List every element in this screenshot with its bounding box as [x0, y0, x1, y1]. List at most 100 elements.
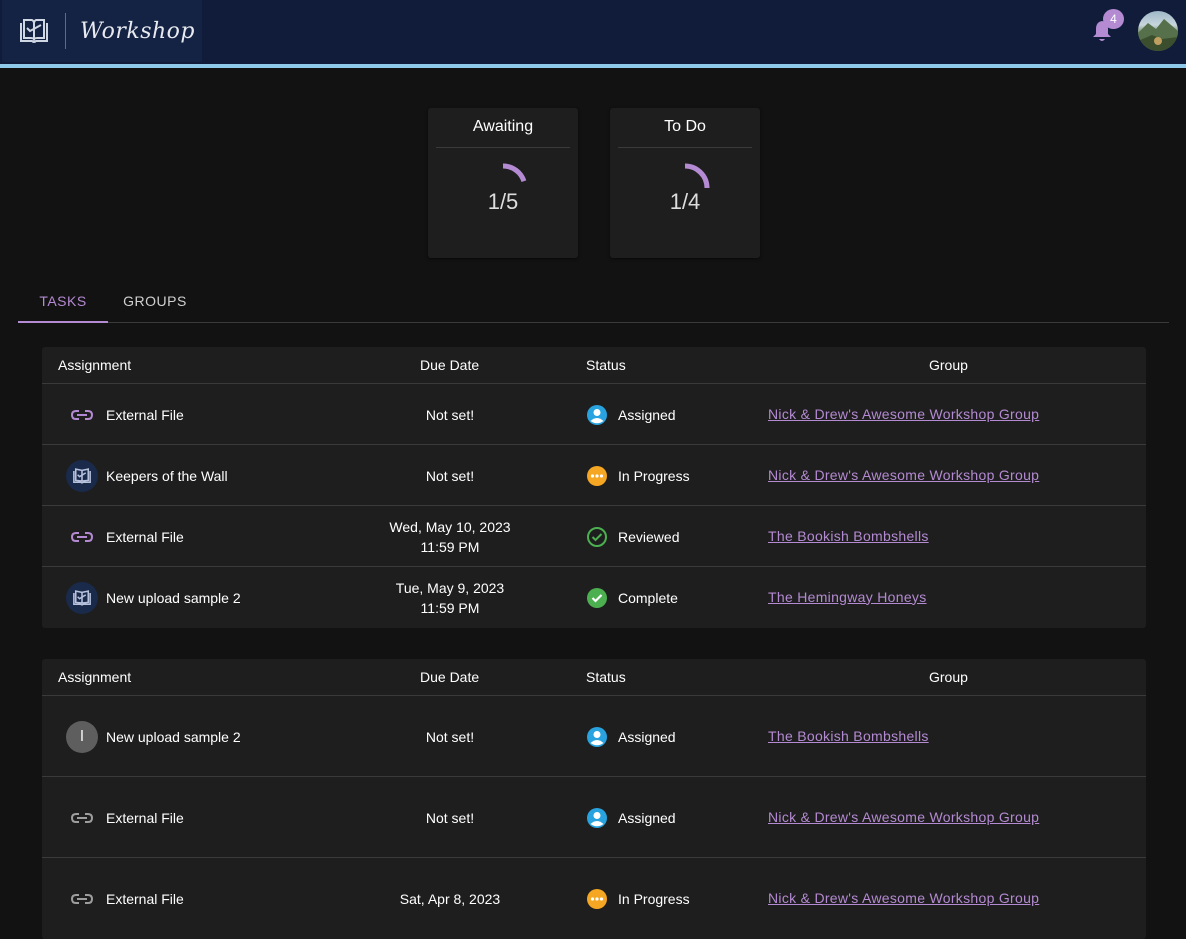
table-row[interactable]: External File Not set! Assigned Nick & Drew…	[42, 384, 1146, 445]
due-date-line: Not set!	[425, 467, 475, 484]
due-date-line: Not set!	[425, 728, 475, 745]
due-date: Wed, May 10, 2023 11:59 PM	[370, 517, 530, 557]
due-date-line: Not set!	[425, 406, 475, 423]
status-label: Assigned	[618, 728, 676, 745]
table-header: Assignment Due Date Status Group	[42, 347, 1146, 384]
table-row[interactable]: External File Not set! Assigned Nick & Drew…	[42, 777, 1146, 858]
group-link[interactable]: The Bookish Bombshells	[768, 528, 929, 544]
status-cell: Assigned	[586, 404, 676, 426]
due-date: Tue, May 9, 2023 11:59 PM	[370, 578, 530, 618]
link-icon	[66, 399, 98, 431]
due-date: Not set!	[370, 808, 530, 828]
stat-value: 1/4	[669, 189, 701, 214]
assignment-cell[interactable]: External File	[66, 399, 184, 431]
stat-label: To Do	[618, 118, 752, 148]
top-app-bar: Workshop 4	[0, 0, 1186, 64]
due-date-line: Not set!	[425, 809, 475, 826]
notification-badge: 4	[1103, 9, 1124, 29]
column-header-status[interactable]: Status	[586, 357, 626, 373]
due-date-line: Tue, May 9, 2023	[395, 579, 505, 596]
assignment-cell[interactable]: External File	[66, 521, 184, 553]
brand[interactable]: Workshop	[2, 0, 202, 62]
stat-label: Awaiting	[436, 118, 570, 148]
book-icon	[66, 581, 98, 614]
avatar-letter: I	[79, 727, 85, 745]
app-title: Workshop	[80, 18, 195, 44]
status-label: Complete	[618, 589, 678, 606]
link-icon	[66, 521, 98, 553]
tasks-table: Assignment Due Date Status Group I New up…	[42, 659, 1146, 939]
due-date-line: Sat, Apr 8, 2023	[399, 890, 501, 907]
tab-groups[interactable]: GROUPS	[114, 280, 196, 322]
stat-card-awaiting: Awaiting 1/5	[428, 108, 578, 258]
status-cell: Assigned	[586, 726, 676, 748]
tab-tasks[interactable]: TASKS	[18, 280, 108, 323]
assignment-name: External File	[106, 406, 184, 423]
tab-bar: TASKS GROUPS	[18, 280, 1169, 323]
assignment-cell[interactable]: External File	[66, 802, 184, 834]
stat-value: 1/5	[487, 189, 519, 214]
assignment-name: New upload sample 2	[106, 728, 241, 745]
assigned-icon	[586, 807, 608, 829]
due-date-line: Wed, May 10, 2023	[389, 518, 511, 535]
status-cell: Complete	[586, 587, 678, 609]
assignment-name: Keepers of the Wall	[106, 467, 228, 484]
due-date-line: 11:59 PM	[420, 538, 480, 555]
assignment-cell[interactable]: Keepers of the Wall	[66, 459, 228, 492]
assignment-name: External File	[106, 809, 184, 826]
status-label: Assigned	[618, 809, 676, 826]
assignment-name: External File	[106, 890, 184, 907]
assignment-cell[interactable]: New upload sample 2	[66, 581, 241, 614]
status-cell: Assigned	[586, 807, 676, 829]
group-link[interactable]: Nick & Drew's Awesome Workshop Group	[768, 890, 1039, 906]
column-header-status[interactable]: Status	[586, 669, 626, 685]
tasks-table: Assignment Due Date Status Group Externa…	[42, 347, 1146, 628]
column-header-due-date[interactable]: Due Date	[420, 669, 479, 685]
status-label: In Progress	[618, 890, 690, 907]
table-row[interactable]: New upload sample 2 Tue, May 9, 2023 11:59…	[42, 567, 1146, 628]
topbar-accent-line	[0, 64, 1186, 68]
status-label: Assigned	[618, 406, 676, 423]
group-link[interactable]: Nick & Drew's Awesome Workshop Group	[768, 406, 1039, 422]
assignment-cell[interactable]: External File	[66, 883, 184, 915]
status-cell: Reviewed	[586, 526, 679, 548]
table-row[interactable]: External File Sat, Apr 8, 2023 In Progress…	[42, 858, 1146, 939]
table-row[interactable]: External File Wed, May 10, 2023 11:59 PM Re…	[42, 506, 1146, 567]
column-header-due-date[interactable]: Due Date	[420, 357, 479, 373]
avatar[interactable]	[1138, 11, 1178, 51]
assignment-name: New upload sample 2	[106, 589, 241, 606]
group-link[interactable]: Nick & Drew's Awesome Workshop Group	[768, 467, 1039, 483]
in-progress-icon	[586, 465, 608, 487]
book-icon	[66, 459, 98, 492]
due-date: Not set!	[370, 466, 530, 486]
assigned-icon	[586, 726, 608, 748]
link-icon	[66, 883, 98, 915]
letter-avatar-icon: I	[66, 720, 98, 753]
stat-card-todo: To Do 1/4	[610, 108, 760, 258]
table-row[interactable]: I New upload sample 2 Not set! Assigned The …	[42, 696, 1146, 777]
reviewed-icon	[586, 526, 608, 548]
due-date-line: 11:59 PM	[420, 599, 480, 616]
book-check-icon	[2, 13, 66, 49]
status-label: In Progress	[618, 467, 690, 484]
column-header-assignment[interactable]: Assignment	[58, 669, 131, 685]
column-header-group[interactable]: Group	[929, 357, 968, 373]
due-date: Sat, Apr 8, 2023	[370, 889, 530, 909]
group-link[interactable]: The Hemingway Honeys	[768, 589, 927, 605]
status-cell: In Progress	[586, 465, 690, 487]
group-link[interactable]: The Bookish Bombshells	[768, 728, 929, 744]
in-progress-icon	[586, 888, 608, 910]
group-link[interactable]: Nick & Drew's Awesome Workshop Group	[768, 809, 1039, 825]
assignment-name: External File	[106, 528, 184, 545]
assignment-cell[interactable]: I New upload sample 2	[66, 720, 241, 753]
column-header-group[interactable]: Group	[929, 669, 968, 685]
link-icon	[66, 802, 98, 834]
due-date: Not set!	[370, 727, 530, 747]
status-label: Reviewed	[618, 528, 680, 545]
column-header-assignment[interactable]: Assignment	[58, 357, 131, 373]
table-row[interactable]: Keepers of the Wall Not set! In Progress Ni…	[42, 445, 1146, 506]
table-header: Assignment Due Date Status Group	[42, 659, 1146, 696]
status-cell: In Progress	[586, 888, 690, 910]
assigned-icon	[586, 404, 608, 426]
complete-icon	[586, 587, 608, 609]
